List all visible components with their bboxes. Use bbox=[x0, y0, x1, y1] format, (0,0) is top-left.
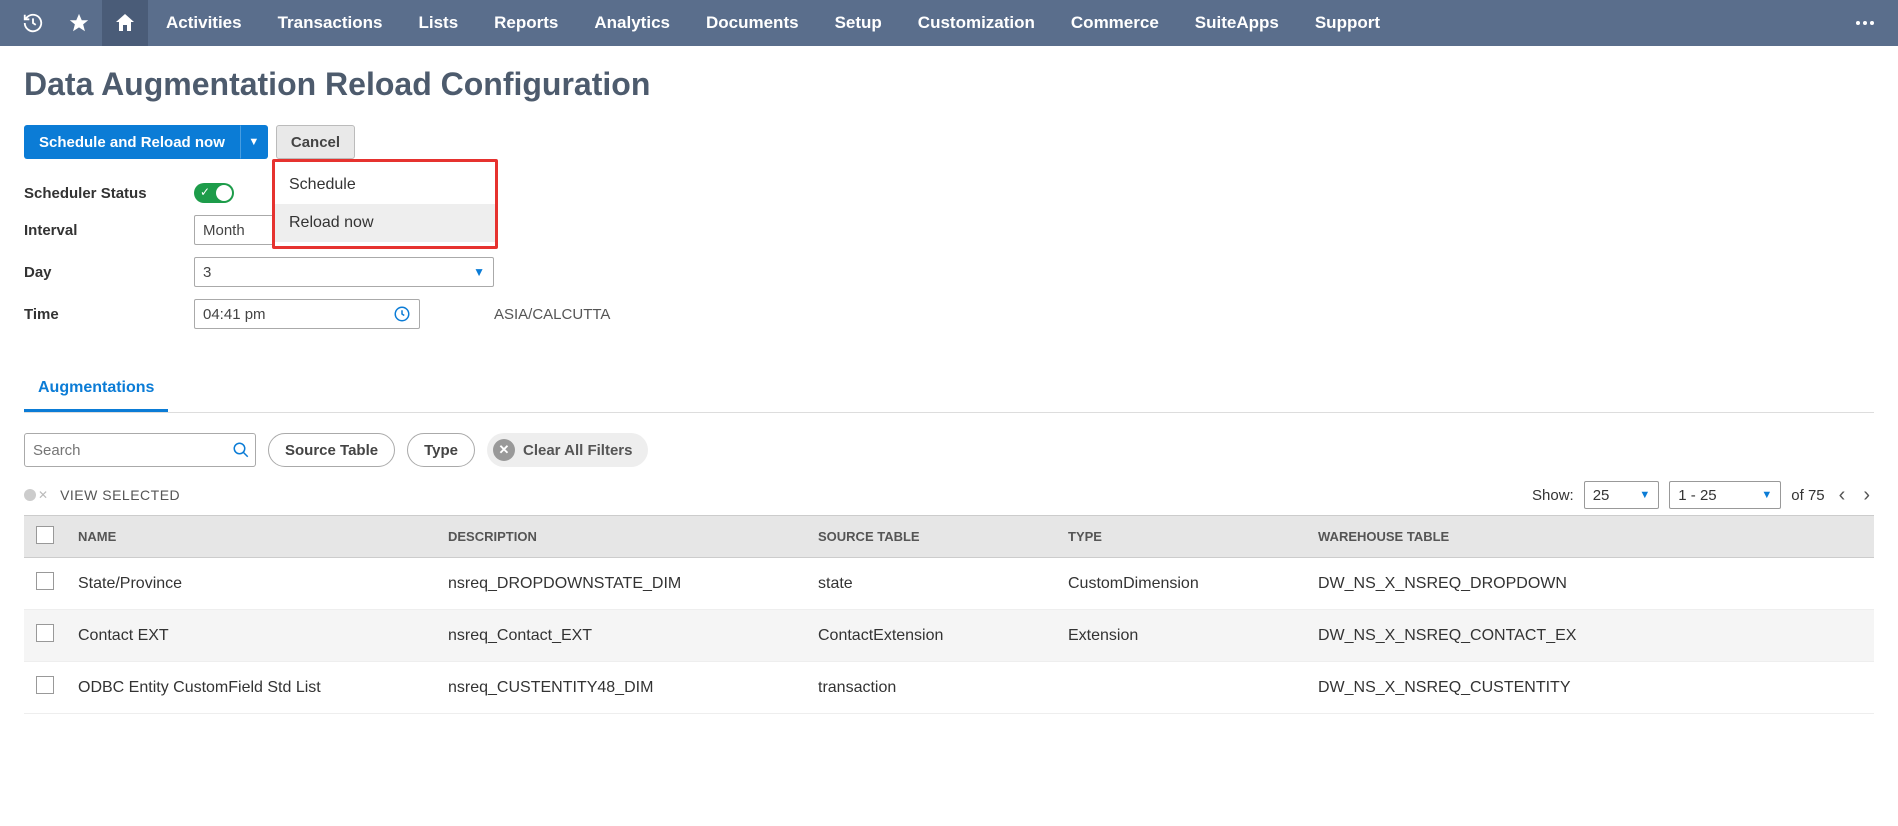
scheduler-status-label: Scheduler Status bbox=[24, 185, 194, 202]
page-size-select[interactable]: 25 ▼ bbox=[1584, 481, 1660, 509]
toggle-knob bbox=[216, 185, 232, 201]
schedule-reload-now-button[interactable]: Schedule and Reload now bbox=[24, 125, 240, 159]
cell-warehouse: DW_NS_X_NSREQ_CUSTENTITY bbox=[1306, 662, 1874, 714]
next-page-button[interactable]: › bbox=[1859, 484, 1874, 507]
row-checkbox[interactable] bbox=[36, 624, 54, 642]
cell-name: Contact EXT bbox=[66, 610, 436, 662]
interval-label: Interval bbox=[24, 222, 194, 239]
page-title: Data Augmentation Reload Configuration bbox=[24, 66, 1874, 103]
nav-menu: Activities Transactions Lists Reports An… bbox=[148, 0, 1398, 46]
cell-type: Extension bbox=[1056, 610, 1306, 662]
star-icon[interactable] bbox=[56, 0, 102, 46]
col-description[interactable]: DESCRIPTION bbox=[436, 516, 806, 558]
cell-source: ContactExtension bbox=[806, 610, 1056, 662]
nav-suiteapps[interactable]: SuiteApps bbox=[1177, 0, 1297, 46]
row-checkbox[interactable] bbox=[36, 572, 54, 590]
nav-activities[interactable]: Activities bbox=[148, 0, 260, 46]
cell-source: transaction bbox=[806, 662, 1056, 714]
nav-support[interactable]: Support bbox=[1297, 0, 1398, 46]
page-range-select[interactable]: 1 - 25 ▼ bbox=[1669, 481, 1781, 509]
cell-desc: nsreq_CUSTENTITY48_DIM bbox=[436, 662, 806, 714]
cell-source: state bbox=[806, 558, 1056, 610]
day-select[interactable]: 3 ▼ bbox=[194, 257, 494, 287]
day-value: 3 bbox=[203, 264, 211, 281]
cell-desc: nsreq_DROPDOWNSTATE_DIM bbox=[436, 558, 806, 610]
tabs: Augmentations bbox=[24, 369, 1874, 413]
chevron-down-icon: ▼ bbox=[1639, 489, 1650, 501]
search-icon[interactable] bbox=[232, 441, 250, 459]
top-nav: Activities Transactions Lists Reports An… bbox=[0, 0, 1898, 46]
cancel-button[interactable]: Cancel bbox=[276, 125, 355, 159]
col-source-table[interactable]: SOURCE TABLE bbox=[806, 516, 1056, 558]
caret-down-icon: ▼ bbox=[248, 136, 259, 148]
time-label: Time bbox=[24, 306, 194, 323]
check-icon: ✓ bbox=[200, 185, 210, 199]
col-name[interactable]: NAME bbox=[66, 516, 436, 558]
col-warehouse-table[interactable]: WAREHOUSE TABLE bbox=[1306, 516, 1874, 558]
table-row[interactable]: ODBC Entity CustomField Std List nsreq_C… bbox=[24, 662, 1874, 714]
select-all-checkbox[interactable] bbox=[36, 526, 54, 544]
cell-name: State/Province bbox=[66, 558, 436, 610]
clear-all-label: Clear All Filters bbox=[523, 442, 632, 459]
nav-setup[interactable]: Setup bbox=[817, 0, 900, 46]
search-box[interactable] bbox=[24, 433, 256, 467]
nav-reports[interactable]: Reports bbox=[476, 0, 576, 46]
time-value: 04:41 pm bbox=[203, 306, 266, 323]
cell-desc: nsreq_Contact_EXT bbox=[436, 610, 806, 662]
more-icon[interactable] bbox=[1842, 0, 1888, 46]
time-input[interactable]: 04:41 pm bbox=[194, 299, 420, 329]
dropdown-schedule[interactable]: Schedule bbox=[275, 166, 495, 204]
day-label: Day bbox=[24, 264, 194, 281]
schedule-dropdown-menu: Schedule Reload now bbox=[272, 159, 498, 249]
button-bar: Schedule and Reload now ▼ Cancel Schedul… bbox=[24, 125, 1874, 159]
interval-value: Month bbox=[203, 222, 245, 239]
dropdown-reload-now[interactable]: Reload now bbox=[275, 204, 495, 242]
pager: Show: 25 ▼ 1 - 25 ▼ of 75 ‹ › bbox=[1532, 481, 1874, 509]
col-type[interactable]: TYPE bbox=[1056, 516, 1306, 558]
nav-documents[interactable]: Documents bbox=[688, 0, 817, 46]
filter-type[interactable]: Type bbox=[407, 433, 475, 467]
history-icon[interactable] bbox=[10, 0, 56, 46]
cell-warehouse: DW_NS_X_NSREQ_DROPDOWN bbox=[1306, 558, 1874, 610]
augmentations-table: NAME DESCRIPTION SOURCE TABLE TYPE WAREH… bbox=[24, 515, 1874, 714]
table-row[interactable]: Contact EXT nsreq_Contact_EXT ContactExt… bbox=[24, 610, 1874, 662]
chevron-down-icon: ▼ bbox=[473, 265, 485, 279]
page-size-value: 25 bbox=[1593, 487, 1610, 504]
nav-commerce[interactable]: Commerce bbox=[1053, 0, 1177, 46]
cell-type bbox=[1056, 662, 1306, 714]
scheduler-status-toggle[interactable]: ✓ bbox=[194, 183, 234, 203]
filter-bar: Source Table Type ✕ Clear All Filters bbox=[24, 433, 1874, 467]
page-total: of 75 bbox=[1791, 487, 1824, 504]
row-checkbox[interactable] bbox=[36, 676, 54, 694]
cell-name: ODBC Entity CustomField Std List bbox=[66, 662, 436, 714]
search-input[interactable] bbox=[33, 442, 232, 459]
filter-source-table[interactable]: Source Table bbox=[268, 433, 395, 467]
schedule-reload-dropdown-button[interactable]: ▼ bbox=[240, 125, 268, 159]
chevron-down-icon: ▼ bbox=[1761, 489, 1772, 501]
schedule-reload-split: Schedule and Reload now ▼ bbox=[24, 125, 268, 159]
view-selected-toggle[interactable]: ✕ VIEW SELECTED bbox=[24, 487, 180, 503]
nav-customization[interactable]: Customization bbox=[900, 0, 1053, 46]
nav-lists[interactable]: Lists bbox=[400, 0, 476, 46]
nav-analytics[interactable]: Analytics bbox=[576, 0, 688, 46]
cell-type: CustomDimension bbox=[1056, 558, 1306, 610]
timezone-label: ASIA/CALCUTTA bbox=[494, 306, 1874, 323]
nav-transactions[interactable]: Transactions bbox=[260, 0, 401, 46]
tab-augmentations[interactable]: Augmentations bbox=[24, 369, 168, 412]
show-label: Show: bbox=[1532, 487, 1574, 504]
home-icon[interactable] bbox=[102, 0, 148, 46]
pager-row: ✕ VIEW SELECTED Show: 25 ▼ 1 - 25 ▼ of 7… bbox=[24, 481, 1874, 509]
page-range-value: 1 - 25 bbox=[1678, 487, 1716, 504]
view-selected-label: VIEW SELECTED bbox=[60, 487, 180, 503]
clock-icon bbox=[393, 305, 411, 323]
clear-all-filters[interactable]: ✕ Clear All Filters bbox=[487, 433, 648, 467]
table-row[interactable]: State/Province nsreq_DROPDOWNSTATE_DIM s… bbox=[24, 558, 1874, 610]
cell-warehouse: DW_NS_X_NSREQ_CONTACT_EX bbox=[1306, 610, 1874, 662]
clear-icon: ✕ bbox=[493, 439, 515, 461]
prev-page-button[interactable]: ‹ bbox=[1835, 484, 1850, 507]
